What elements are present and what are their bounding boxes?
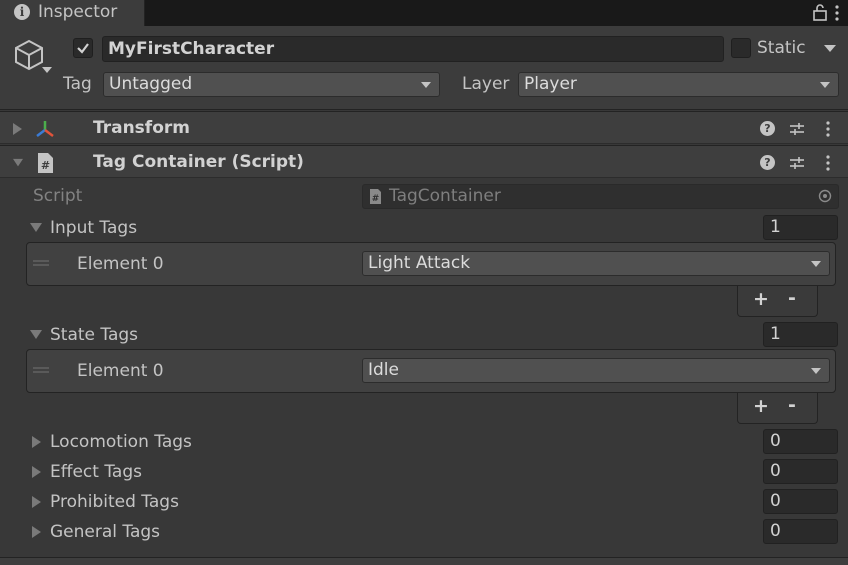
transform-title: Transform (93, 118, 190, 138)
tag-container-title: Tag Container (Script) (93, 152, 304, 172)
foldout-collapsed-icon[interactable] (13, 123, 23, 135)
help-icon[interactable]: ? (760, 155, 775, 170)
general-tags-label[interactable]: General Tags (50, 522, 160, 542)
chevron-down-icon (811, 261, 821, 267)
foldout-expanded-icon[interactable] (13, 157, 23, 169)
static-label: Static (757, 38, 806, 58)
csharp-script-icon: # (38, 153, 53, 173)
help-icon[interactable]: ? (760, 121, 775, 136)
next-component-header (0, 557, 848, 565)
chevron-down-icon (811, 368, 821, 374)
tag-container-component-header[interactable]: # Tag Container (Script) ? (0, 145, 848, 178)
layer-value: Player (524, 74, 577, 94)
input-tags-size-field[interactable]: 1 (763, 215, 838, 240)
element-value: Light Attack (368, 253, 471, 273)
effect-tags-size-field[interactable]: 0 (763, 459, 838, 484)
foldout-collapsed-icon[interactable] (32, 436, 42, 448)
locomotion-tags-label[interactable]: Locomotion Tags (50, 432, 192, 452)
more-options-icon[interactable] (825, 154, 831, 172)
element-label: Element 0 (77, 254, 164, 274)
foldout-collapsed-icon[interactable] (32, 466, 42, 478)
transform-component-header[interactable]: Transform ? (0, 111, 848, 144)
general-tags-size-field[interactable]: 0 (763, 519, 838, 544)
state-tags-size-field[interactable]: 1 (763, 322, 838, 347)
active-checkbox[interactable] (73, 38, 93, 58)
tag-label: Tag (63, 74, 92, 94)
script-object-field[interactable]: TagContainer (362, 184, 839, 209)
presets-icon[interactable] (789, 155, 805, 171)
foldout-collapsed-icon[interactable] (32, 526, 42, 538)
svg-text:#: # (372, 194, 380, 204)
state-tag-element-dropdown[interactable]: Idle (362, 358, 830, 383)
foldout-expanded-icon[interactable] (30, 330, 42, 340)
chevron-down-icon (820, 82, 830, 88)
checkmark-icon (77, 43, 89, 54)
tag-dropdown[interactable]: Untagged (103, 72, 440, 97)
element-value: Idle (368, 360, 399, 380)
svg-text:#: # (41, 159, 50, 172)
list-footer: + - (737, 286, 818, 317)
icon-dropdown-arrow-icon[interactable] (42, 67, 52, 75)
remove-element-button[interactable]: - (788, 394, 796, 416)
effect-tags-label[interactable]: Effect Tags (50, 462, 142, 482)
prohibited-tags-size-field[interactable]: 0 (763, 489, 838, 514)
state-tags-label[interactable]: State Tags (50, 325, 138, 345)
drag-handle-icon[interactable] (33, 367, 49, 373)
foldout-collapsed-icon[interactable] (32, 496, 42, 508)
input-tags-label[interactable]: Input Tags (50, 218, 137, 238)
foldout-expanded-icon[interactable] (30, 223, 42, 233)
tag-value: Untagged (109, 74, 193, 94)
static-dropdown-arrow-icon[interactable] (824, 45, 836, 53)
lock-icon[interactable] (812, 3, 828, 21)
static-checkbox[interactable] (731, 38, 751, 58)
drag-handle-icon[interactable] (33, 260, 49, 266)
layer-dropdown[interactable]: Player (518, 72, 839, 97)
script-label: Script (33, 186, 83, 206)
more-options-icon[interactable] (825, 120, 831, 138)
input-tag-element-dropdown[interactable]: Light Attack (362, 251, 830, 276)
info-icon: i (14, 4, 30, 20)
script-file-icon: # (370, 189, 381, 204)
gameobject-cube-icon[interactable] (12, 38, 46, 72)
chevron-down-icon (421, 82, 431, 88)
tab-title: Inspector (38, 2, 118, 22)
element-label: Element 0 (77, 361, 164, 381)
object-picker-icon[interactable] (818, 189, 832, 203)
locomotion-tags-size-field[interactable]: 0 (763, 429, 838, 454)
layer-label: Layer (462, 74, 510, 94)
prohibited-tags-label[interactable]: Prohibited Tags (50, 492, 179, 512)
list-footer: + - (737, 393, 818, 424)
more-options-icon[interactable] (834, 3, 840, 23)
add-element-button[interactable]: + (753, 288, 769, 310)
object-name-input[interactable]: MyFirstCharacter (102, 36, 724, 62)
transform-axes-icon (36, 121, 54, 137)
remove-element-button[interactable]: - (788, 287, 796, 309)
add-element-button[interactable]: + (753, 395, 769, 417)
presets-icon[interactable] (789, 121, 805, 137)
